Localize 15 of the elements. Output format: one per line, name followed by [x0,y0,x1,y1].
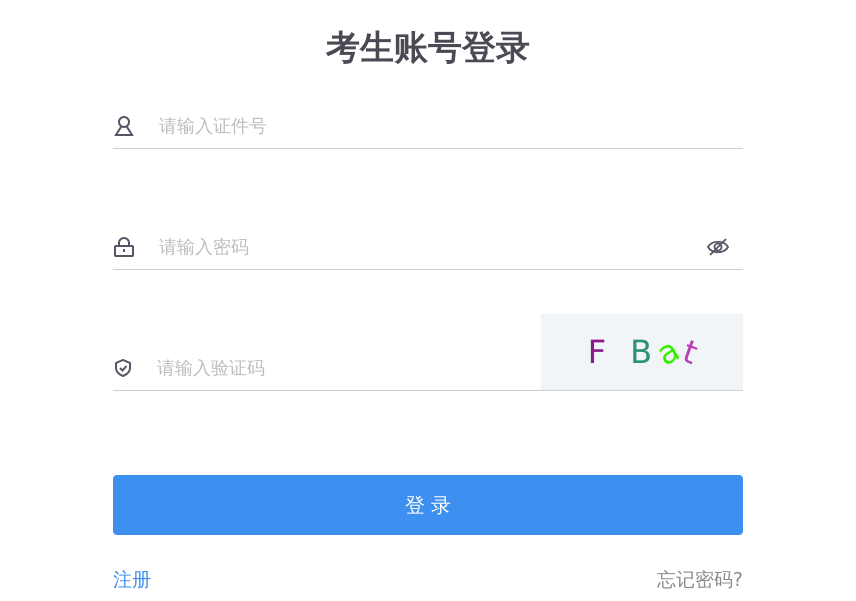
lock-icon [113,236,135,258]
captcha-character: a [650,330,686,374]
register-link[interactable]: 注册 [113,567,151,593]
login-button[interactable]: 登 录 [113,475,743,535]
input-field[interactable]: 请输入验证码 [155,356,541,380]
forgot-password-link[interactable]: 忘记密码? [656,567,743,593]
shield-check-icon [113,358,133,378]
captcha-character: F [588,333,606,371]
eye-off-icon[interactable] [707,238,729,256]
user-icon [113,115,135,137]
captcha-image[interactable]: F B a t [541,314,743,390]
captcha-character: B [630,333,652,371]
page-title: 考生账号登录 [324,27,531,70]
input-field[interactable]: 请输入证件号 [157,114,743,138]
input-field[interactable]: 请输入密码 [157,236,707,258]
